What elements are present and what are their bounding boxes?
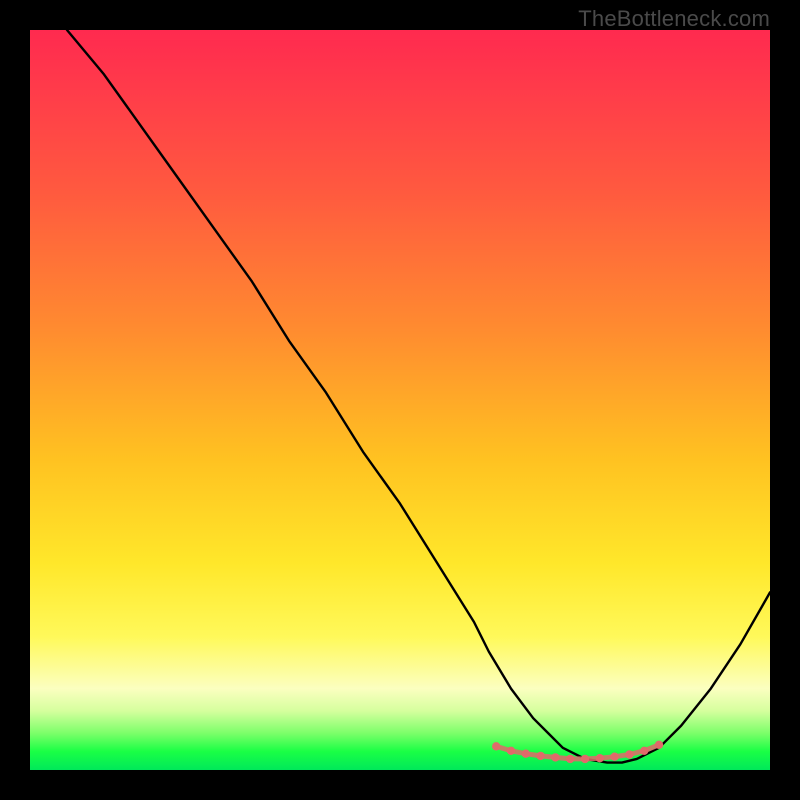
optimal-dot: [551, 753, 559, 761]
optimal-dot: [640, 747, 648, 755]
optimal-dot: [596, 754, 604, 762]
chart-frame: TheBottleneck.com: [0, 0, 800, 800]
watermark-text: TheBottleneck.com: [578, 6, 770, 32]
optimal-dot: [507, 747, 515, 755]
optimal-range-line: [496, 745, 659, 759]
optimal-dot: [522, 750, 530, 758]
optimal-dot: [566, 755, 574, 763]
optimal-dot: [610, 753, 618, 761]
optimal-dot: [625, 750, 633, 758]
optimal-dot: [655, 741, 663, 749]
optimal-dot: [492, 742, 500, 750]
curve-layer: [30, 30, 770, 770]
bottleneck-curve: [67, 30, 770, 763]
optimal-dot: [581, 755, 589, 763]
plot-area: [30, 30, 770, 770]
optimal-dot: [536, 752, 544, 760]
